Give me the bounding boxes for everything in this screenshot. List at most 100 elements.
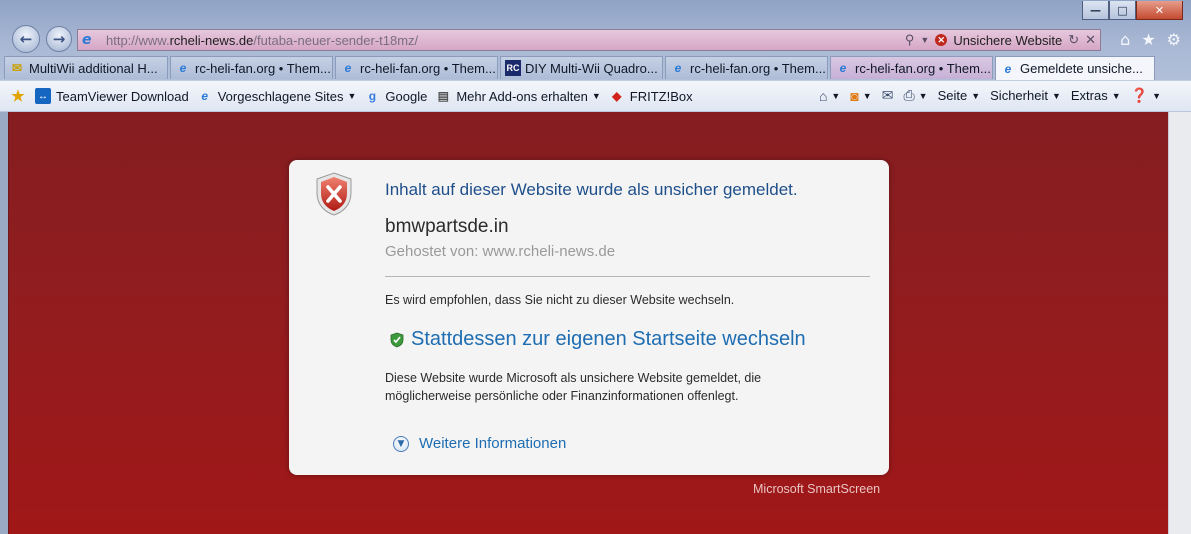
- mail-icon[interactable]: ✉: [882, 87, 894, 104]
- google-icon: g: [368, 89, 377, 103]
- dropdown-icon[interactable]: ▼: [831, 91, 840, 101]
- tab-3[interactable]: e rc-heli-fan.org • Them...: [335, 56, 498, 79]
- tab-label: DIY Multi-Wii Quadro...: [525, 60, 658, 76]
- ie-icon: e: [201, 89, 209, 103]
- tab-1[interactable]: ✉ MultiWii additional H...: [4, 56, 168, 79]
- tab-2[interactable]: e rc-heli-fan.org • Them...: [170, 56, 333, 79]
- menu-security[interactable]: Sicherheit: [990, 88, 1048, 103]
- url-path: /futaba-neuer-sender-t18mz/: [253, 32, 419, 48]
- url-prefix: http://www.: [106, 32, 170, 48]
- menu-page[interactable]: Seite: [938, 88, 968, 103]
- ie-page-icon: e: [82, 32, 92, 48]
- dropdown-icon: ▼: [347, 91, 357, 101]
- security-status[interactable]: Unsichere Website: [953, 33, 1062, 48]
- refresh-icon[interactable]: ↻: [1068, 32, 1079, 48]
- dropdown-icon[interactable]: ▼: [1112, 91, 1121, 101]
- tab-6[interactable]: e rc-heli-fan.org • Them...: [830, 56, 993, 79]
- tab-label: rc-heli-fan.org • Them...: [855, 60, 991, 76]
- tab-label: rc-heli-fan.org • Them...: [690, 60, 826, 76]
- tab-active[interactable]: e Gemeldete unsiche... ✕: [995, 56, 1155, 80]
- command-bar: ⌂ ▼ ◙ ▼ ✉ ⎙ ▼ Seite ▼ Sicherheit ▼ Extra…: [819, 81, 1161, 110]
- fav-google[interactable]: g Google: [364, 88, 428, 104]
- arrow-left-icon: ←: [19, 30, 33, 48]
- forum-icon: ✉: [11, 61, 23, 75]
- warning-shield-icon: [316, 172, 352, 216]
- fav-label: Mehr Add-ons erhalten: [456, 88, 588, 104]
- unsafe-site-icon[interactable]: ✕: [935, 34, 948, 46]
- address-bar[interactable]: e http://www.rcheli-news.de/futaba-neuer…: [77, 29, 1101, 51]
- go-home-link[interactable]: Stattdessen zur eigenen Startseite wechs…: [390, 328, 806, 351]
- close-tab-icon[interactable]: ✕: [1153, 62, 1154, 76]
- url-domain: rcheli-news.de: [169, 32, 254, 48]
- close-window-button[interactable]: ✕: [1136, 1, 1183, 20]
- tab-label: MultiWii additional H...: [29, 60, 158, 76]
- dropdown-icon[interactable]: ▼: [919, 91, 928, 101]
- stop-icon[interactable]: ✕: [1085, 32, 1096, 48]
- favorites-bar: ★ ↔ TeamViewer Download e Vorgeschlagene…: [0, 80, 1191, 111]
- tab-label: rc-heli-fan.org • Them...: [195, 60, 331, 76]
- home-icon[interactable]: ⌂: [819, 88, 827, 104]
- tab-5[interactable]: e rc-heli-fan.org • Them...: [665, 56, 828, 79]
- go-home-label[interactable]: Stattdessen zur eigenen Startseite wechs…: [411, 328, 806, 351]
- chevron-down-icon: ▼: [393, 435, 409, 452]
- back-button[interactable]: ←: [12, 25, 40, 53]
- print-icon[interactable]: ⎙: [903, 87, 914, 104]
- smartscreen-footer: Microsoft SmartScreen: [753, 482, 881, 496]
- gear-icon[interactable]: ⚙: [1167, 30, 1181, 49]
- fav-fritzbox[interactable]: ◆ FRITZ!Box: [609, 88, 693, 104]
- forward-button[interactable]: →: [46, 26, 72, 52]
- dropdown-icon: ▼: [591, 91, 601, 101]
- fav-teamviewer[interactable]: ↔ TeamViewer Download: [35, 88, 189, 104]
- rc-icon: RC: [505, 60, 521, 76]
- divider: [385, 276, 870, 277]
- warning-card: Inhalt auf dieser Website wurde als unsi…: [289, 160, 889, 475]
- toolbar-icons: ⌂ ★ ⚙: [1120, 30, 1181, 49]
- more-info-toggle[interactable]: ▼ Weitere Informationen: [393, 435, 566, 452]
- fav-label: Vorgeschlagene Sites: [217, 88, 344, 104]
- dropdown-icon[interactable]: ▼: [1052, 91, 1061, 101]
- favorites-star-icon[interactable]: ★: [1141, 30, 1155, 49]
- fav-label: FRITZ!Box: [629, 88, 693, 104]
- ie-icon: e: [179, 61, 187, 75]
- address-url[interactable]: http://www.rcheli-news.de/futaba-neuer-s…: [106, 33, 418, 48]
- advice-text: Es wird empfohlen, dass Sie nicht zu die…: [385, 293, 735, 307]
- dropdown-icon[interactable]: ▼: [863, 91, 872, 101]
- minimize-button[interactable]: —: [1082, 1, 1109, 20]
- blocked-domain: bmwpartsde.in: [385, 216, 509, 237]
- ie-icon: e: [674, 61, 682, 75]
- vertical-scrollbar[interactable]: [1168, 112, 1191, 534]
- tab-4[interactable]: RC DIY Multi-Wii Quadro...: [500, 56, 663, 79]
- fav-addons[interactable]: ▤ Mehr Add-ons erhalten ▼: [435, 88, 601, 104]
- help-icon[interactable]: ❓: [1131, 87, 1148, 104]
- dropdown-icon[interactable]: ▼: [920, 35, 929, 45]
- menu-extras[interactable]: Extras: [1071, 88, 1108, 103]
- dropdown-icon[interactable]: ▼: [1152, 91, 1161, 101]
- favorites-center-button[interactable]: ★: [10, 88, 31, 105]
- more-info-label[interactable]: Weitere Informationen: [419, 435, 566, 452]
- fritz-icon: ◆: [612, 89, 622, 103]
- fav-label: TeamViewer Download: [56, 88, 189, 104]
- green-shield-icon: [390, 332, 404, 347]
- ie-icon: e: [344, 61, 352, 75]
- search-icon[interactable]: ⚲: [905, 32, 915, 48]
- ie-icon: e: [1004, 61, 1012, 76]
- favorites-star-icon: ★: [11, 88, 25, 105]
- dropdown-icon[interactable]: ▼: [971, 91, 980, 101]
- hosted-by: Gehostet von: www.rcheli-news.de: [385, 243, 616, 260]
- maximize-button[interactable]: □: [1109, 1, 1136, 20]
- warning-title: Inhalt auf dieser Website wurde als unsi…: [385, 180, 798, 199]
- teamviewer-icon: ↔: [35, 88, 51, 104]
- address-bar-actions: ⚲ ▼ ✕ Unsichere Website ↻ ✕: [905, 30, 1096, 50]
- tab-label: rc-heli-fan.org • Them...: [360, 60, 496, 76]
- home-icon[interactable]: ⌂: [1120, 30, 1130, 49]
- ie-icon: e: [839, 61, 847, 75]
- window-controls: — □ ✕: [1082, 1, 1183, 20]
- warning-description: Diese Website wurde Microsoft als unsich…: [385, 371, 762, 403]
- arrow-right-icon: →: [52, 30, 66, 48]
- page-icon: ▤: [437, 89, 449, 103]
- rss-feed-icon[interactable]: ◙: [850, 88, 858, 104]
- fav-suggested-sites[interactable]: e Vorgeschlagene Sites ▼: [197, 88, 357, 104]
- tab-strip: ✉ MultiWii additional H... e rc-heli-fan…: [4, 56, 1155, 80]
- fav-label: Google: [385, 88, 428, 104]
- browser-chrome: — □ ✕ ← → e http://www.rcheli-news.de/fu…: [0, 0, 1191, 112]
